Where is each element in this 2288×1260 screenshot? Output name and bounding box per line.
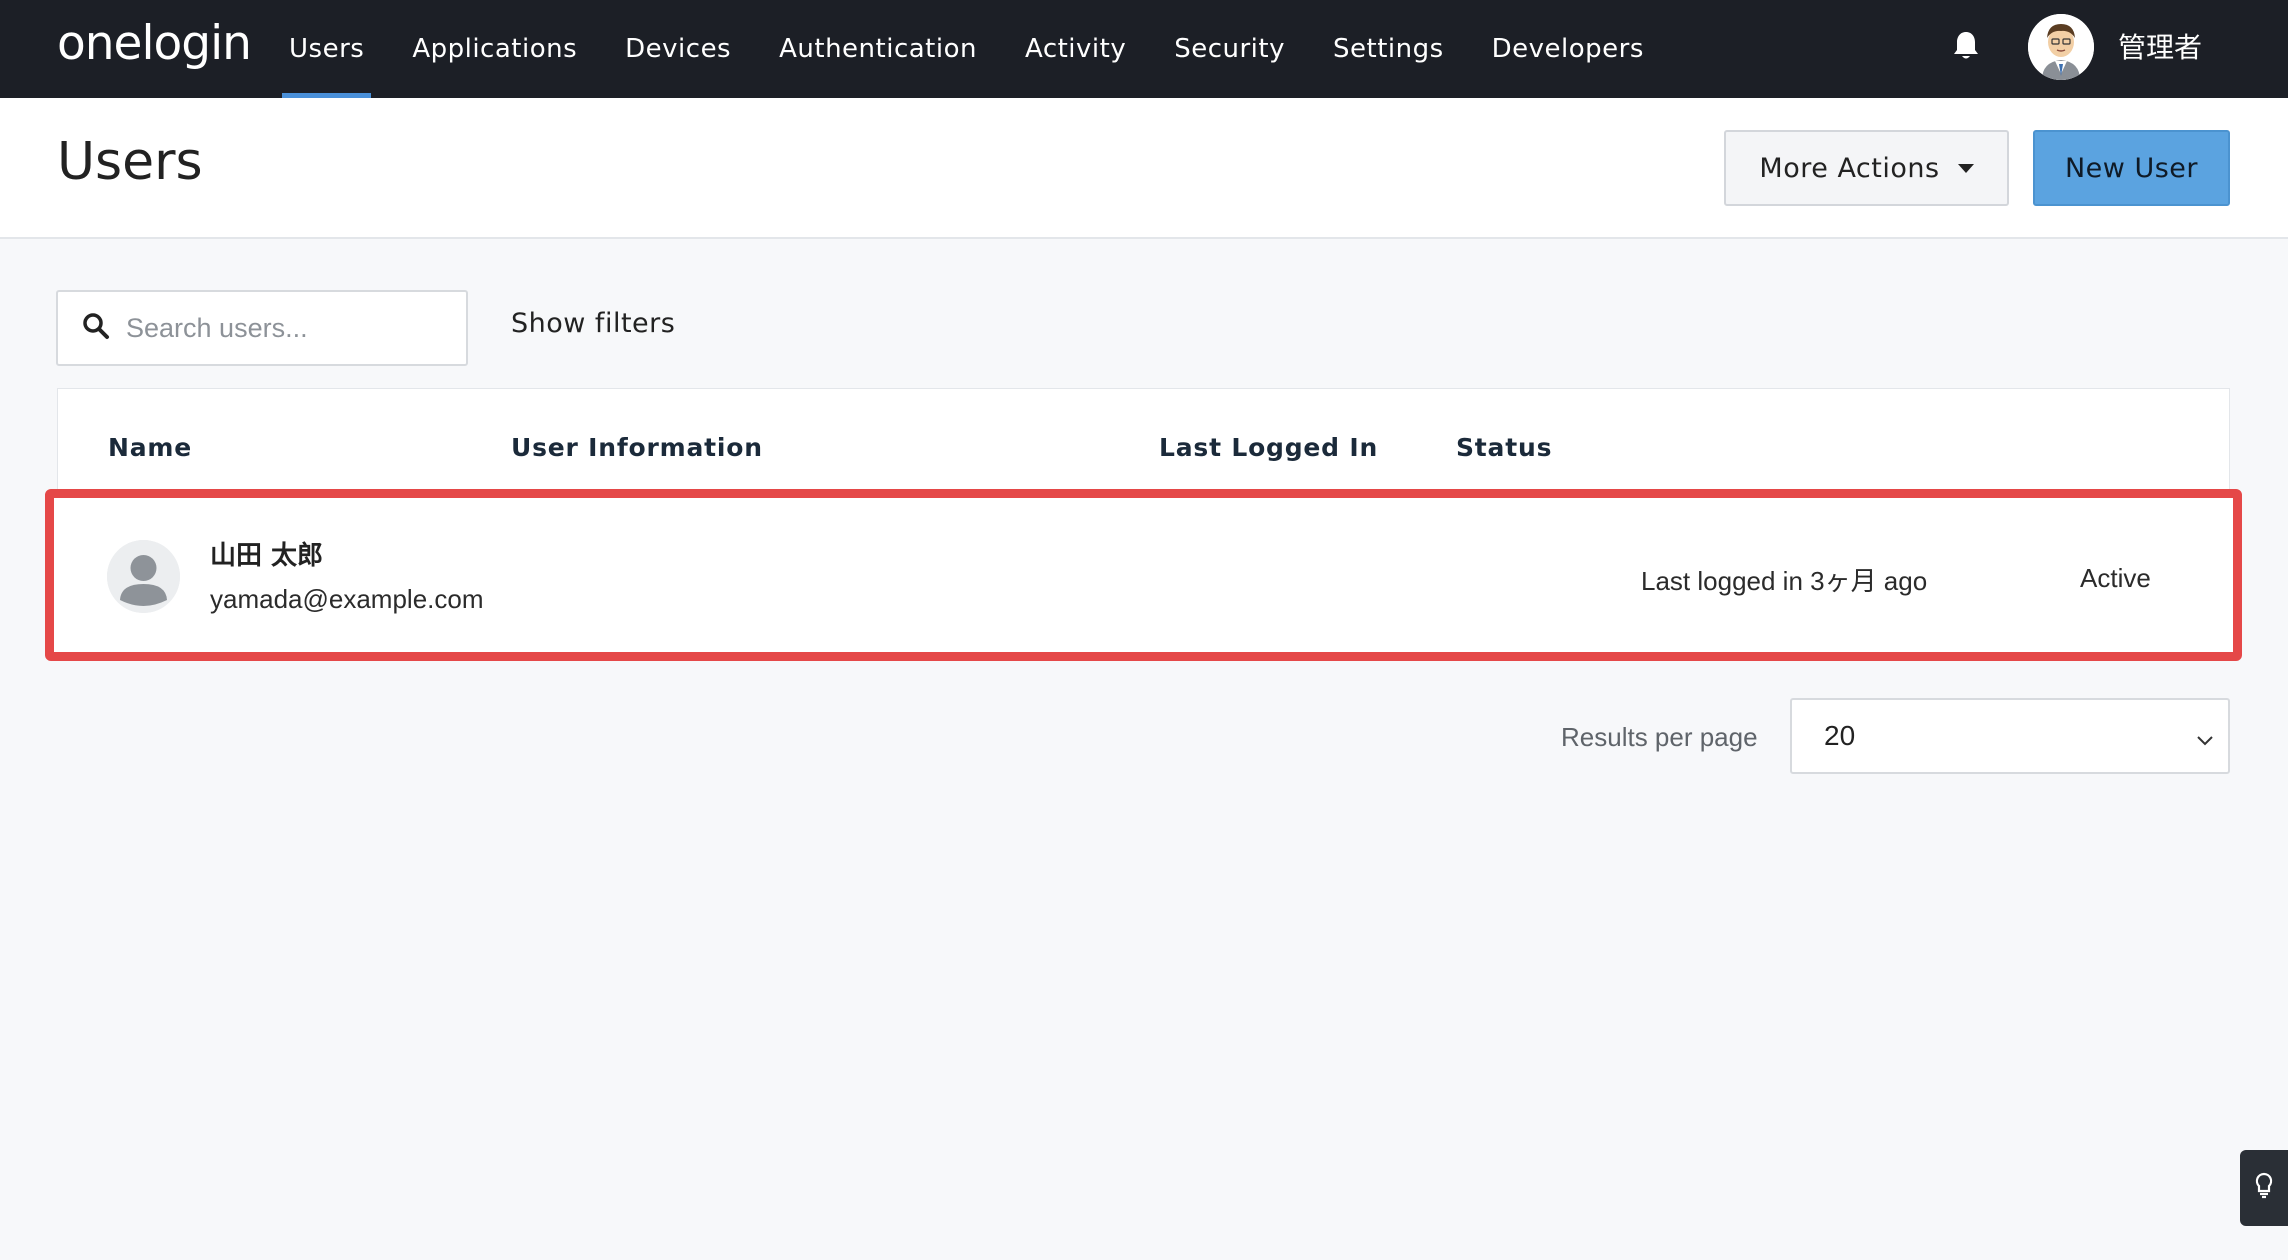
more-actions-button[interactable]: More Actions	[1724, 130, 2009, 206]
column-header-last-logged-in[interactable]: Last Logged In	[1159, 433, 1378, 462]
admin-avatar[interactable]	[2028, 14, 2094, 80]
top-navigation-bar: onelogin Users Applications Devices Auth…	[0, 0, 2288, 98]
nav-item-users[interactable]: Users	[265, 0, 388, 98]
nav-item-devices[interactable]: Devices	[601, 0, 755, 98]
chevron-down-icon	[2194, 726, 2216, 748]
new-user-button[interactable]: New User	[2033, 130, 2230, 206]
column-header-status[interactable]: Status	[1456, 433, 1552, 462]
nav-item-activity[interactable]: Activity	[1001, 0, 1150, 98]
user-status: Active	[2080, 563, 2151, 593]
results-per-page-label: Results per page	[1561, 722, 1758, 752]
onelogin-logo[interactable]: onelogin	[57, 14, 252, 74]
nav-item-authentication[interactable]: Authentication	[755, 0, 1001, 98]
page-title: Users	[57, 132, 203, 192]
user-avatar[interactable]	[107, 540, 180, 613]
lightbulb-icon	[2254, 1172, 2274, 1205]
user-email: yamada@example.com	[210, 584, 484, 614]
search-box[interactable]	[56, 290, 468, 366]
nav-item-security[interactable]: Security	[1150, 0, 1309, 98]
bell-icon[interactable]	[1951, 30, 1981, 62]
search-input[interactable]	[126, 312, 446, 344]
user-last-logged-in: Last logged in 3ヶ月 ago	[1641, 566, 1928, 596]
main-nav: Users Applications Devices Authenticatio…	[265, 0, 1668, 98]
nav-item-settings[interactable]: Settings	[1309, 0, 1468, 98]
user-name-link[interactable]: 山田 太郎	[210, 535, 323, 572]
search-icon	[82, 312, 110, 345]
nav-item-developers[interactable]: Developers	[1468, 0, 1668, 98]
nav-item-applications[interactable]: Applications	[388, 0, 601, 98]
column-header-name[interactable]: Name	[108, 433, 192, 462]
more-actions-label: More Actions	[1759, 152, 1940, 184]
results-per-page-value: 20	[1824, 720, 1856, 751]
help-tab[interactable]	[2240, 1150, 2288, 1226]
admin-user-name[interactable]: 管理者	[2118, 26, 2202, 66]
show-filters-link[interactable]: Show filters	[511, 308, 675, 339]
page-header: Users More Actions New User	[0, 98, 2288, 239]
results-per-page-select[interactable]: 20	[1790, 698, 2230, 774]
column-header-user-information[interactable]: User Information	[511, 433, 763, 462]
caret-down-icon	[1957, 163, 1974, 173]
